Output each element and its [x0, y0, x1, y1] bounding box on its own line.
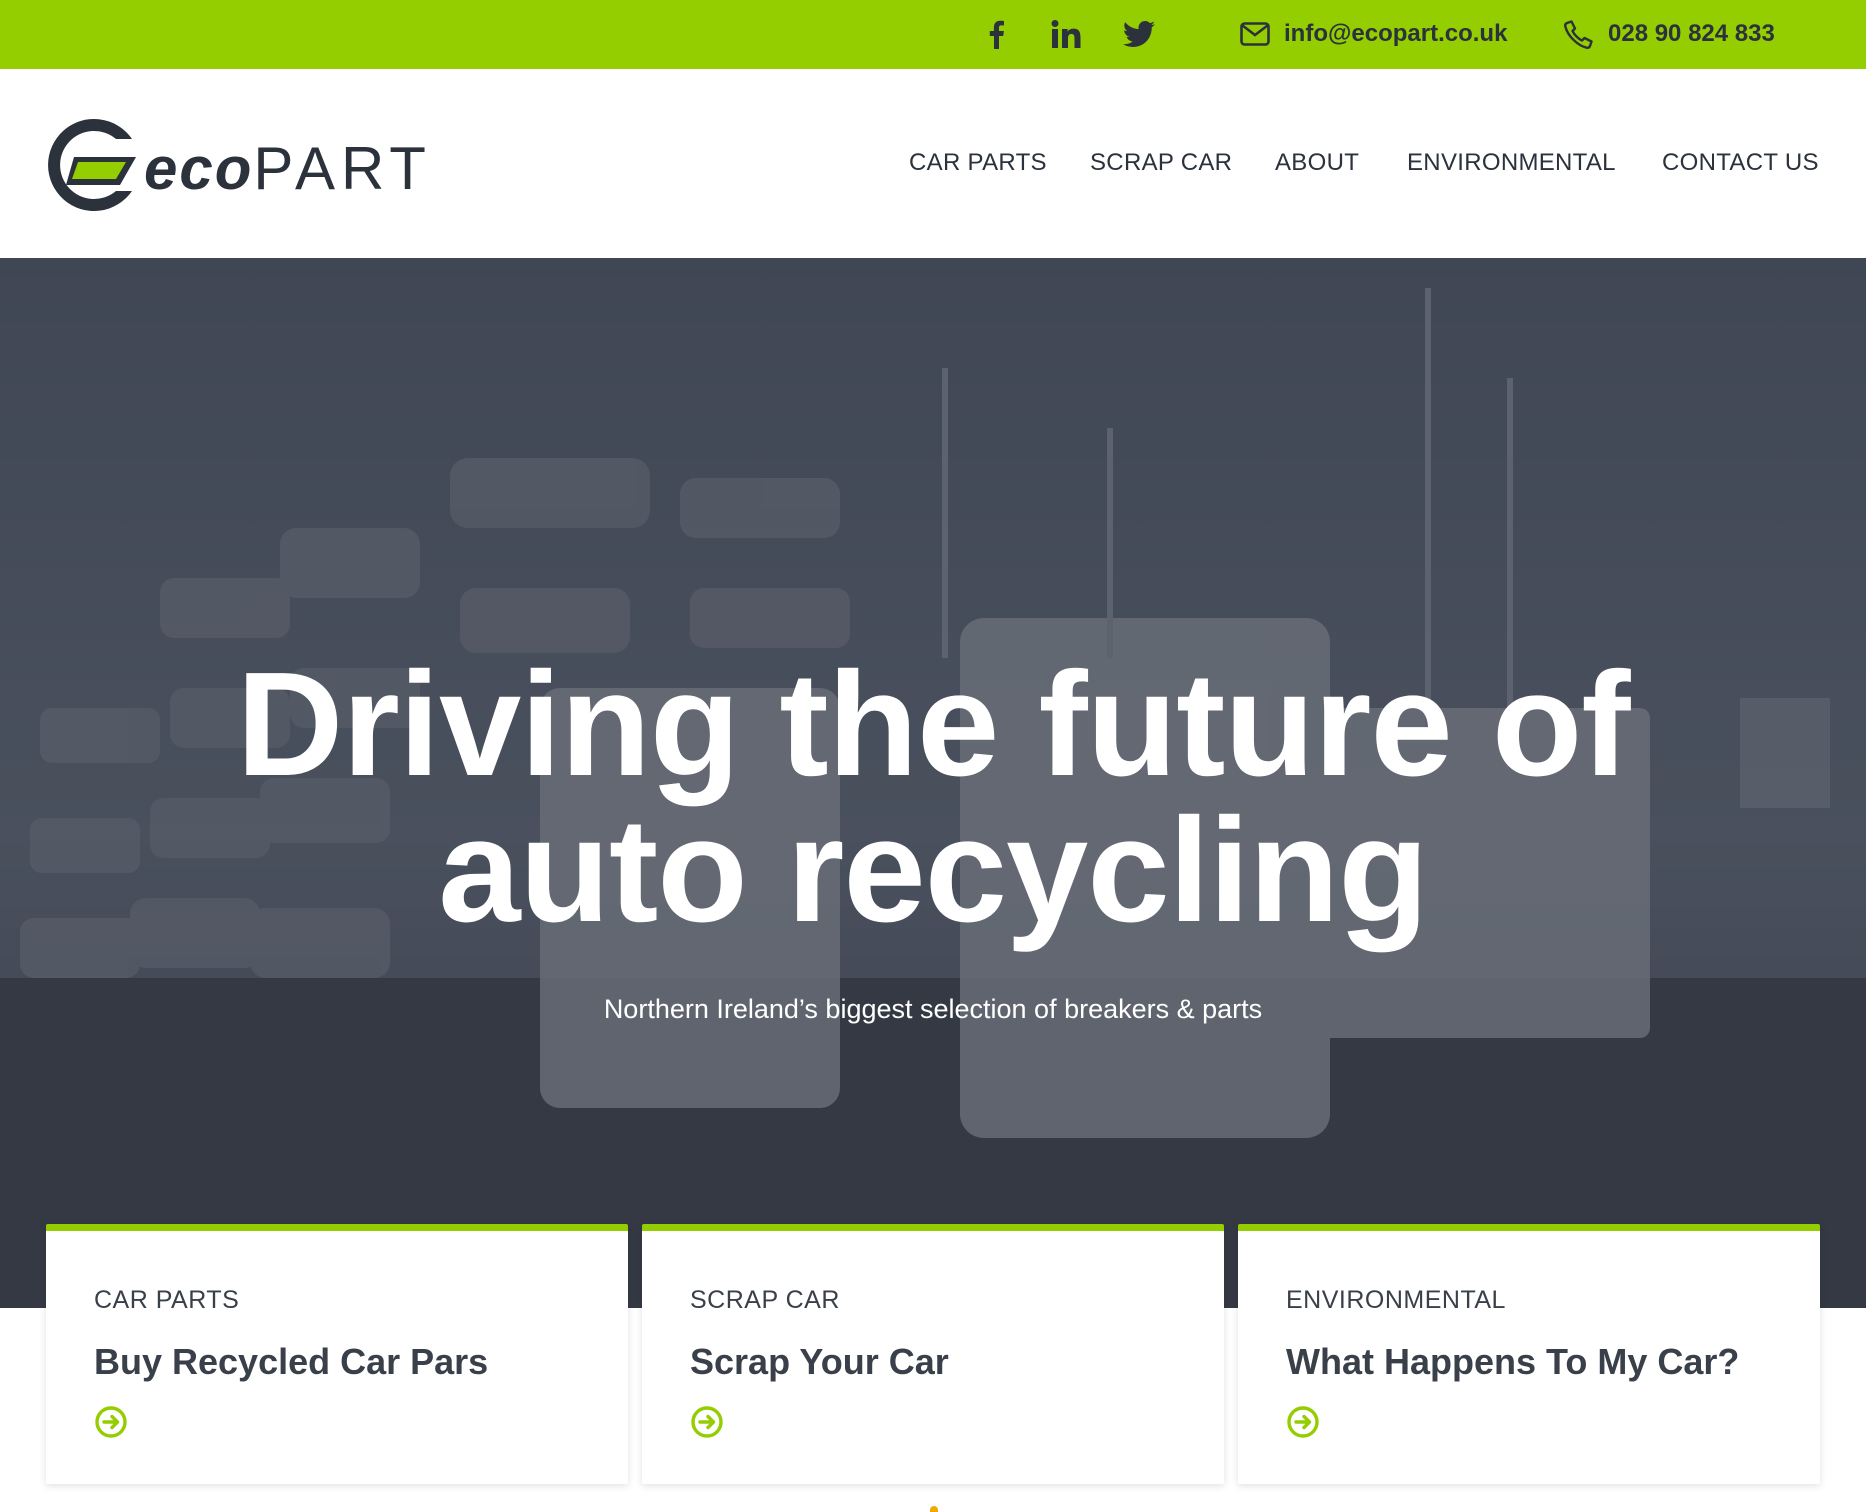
- nav-car-parts[interactable]: CAR PARTS: [909, 149, 1047, 179]
- card-scrap-car[interactable]: SCRAP CAR Scrap Your Car: [642, 1224, 1224, 1484]
- logo-part: PART: [253, 135, 432, 202]
- logo[interactable]: ecoPART: [44, 117, 444, 213]
- hero-subtitle: Northern Ireland’s biggest selection of …: [603, 994, 1263, 1024]
- phone-text: 028 90 824 833: [1608, 20, 1775, 47]
- logo-text: ecoPART: [144, 139, 432, 199]
- phone-link[interactable]: 028 90 824 833: [1564, 14, 1775, 54]
- card-environmental[interactable]: ENVIRONMENTAL What Happens To My Car?: [1238, 1224, 1820, 1484]
- card-kicker: CAR PARTS: [94, 1286, 240, 1314]
- linkedin-icon: [1051, 20, 1081, 48]
- logo-eco: eco: [144, 135, 254, 202]
- email-text: info@ecopart.co.uk: [1284, 20, 1508, 47]
- arrow-circle-right-icon[interactable]: [94, 1405, 128, 1439]
- nav-contact-us[interactable]: CONTACT US: [1662, 149, 1819, 179]
- email-link[interactable]: info@ecopart.co.uk: [1240, 14, 1507, 54]
- nav-scrap-car[interactable]: SCRAP CAR: [1090, 149, 1232, 179]
- card-kicker: SCRAP CAR: [690, 1286, 840, 1314]
- facebook-link[interactable]: [976, 14, 1016, 54]
- site-header: ecoPART CAR PARTS SCRAP CAR ABOUT ENVIRO…: [0, 69, 1866, 258]
- hero-title-line1: Driving the future of: [236, 642, 1630, 807]
- hero-title: Driving the future of auto recycling: [0, 651, 1866, 945]
- arrow-circle-right-icon[interactable]: [690, 1405, 724, 1439]
- scroll-indicator: [930, 1506, 938, 1512]
- card-title: What Happens To My Car?: [1286, 1341, 1740, 1382]
- card-car-parts[interactable]: CAR PARTS Buy Recycled Car Pars: [46, 1224, 628, 1484]
- card-title: Buy Recycled Car Pars: [94, 1341, 489, 1382]
- arrow-circle-right-icon[interactable]: [1286, 1405, 1320, 1439]
- card-title: Scrap Your Car: [690, 1341, 949, 1382]
- nav-about[interactable]: ABOUT: [1275, 149, 1359, 179]
- card-kicker: ENVIRONMENTAL: [1286, 1286, 1506, 1314]
- twitter-icon: [1123, 21, 1155, 47]
- linkedin-link[interactable]: [1046, 14, 1086, 54]
- phone-icon: [1564, 20, 1593, 49]
- twitter-link[interactable]: [1119, 14, 1159, 54]
- hero-banner: Driving the future of auto recycling Nor…: [0, 258, 1866, 1308]
- envelope-icon: [1240, 22, 1270, 46]
- nav-environmental[interactable]: ENVIRONMENTAL: [1407, 149, 1616, 179]
- logo-mark-icon: [48, 119, 136, 211]
- top-bar: info@ecopart.co.uk 028 90 824 833: [0, 0, 1866, 69]
- hero-title-line2: auto recycling: [438, 788, 1428, 953]
- facebook-icon: [989, 20, 1004, 49]
